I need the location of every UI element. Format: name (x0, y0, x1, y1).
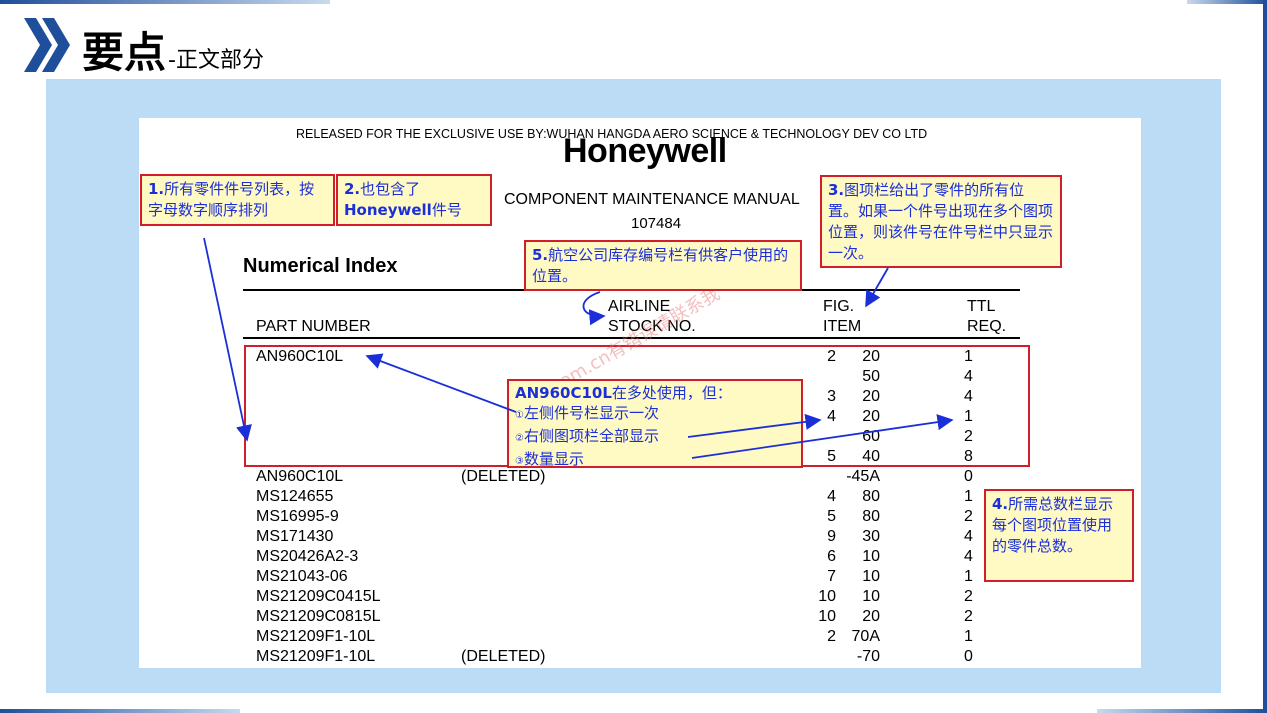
ttl-req-cell: 0 (964, 468, 973, 485)
item-cell: 10 (862, 568, 880, 585)
slide-header: 要点 -正文部分 (24, 14, 264, 74)
note-1: 1.所有零件件号列表，按字母数字顺序排列 (140, 174, 335, 226)
manual-number: 107484 (631, 215, 682, 232)
table-row: MS20426A2-3 6 10 4 (256, 547, 1026, 567)
item-cell: 10 (862, 548, 880, 565)
item-cell: 10 (862, 588, 880, 605)
note-2: 2.也包含了Honeywell件号 (336, 174, 492, 226)
table-row: MS16995-9 5 80 2 (256, 507, 1026, 527)
table-row: MS171430 9 30 4 (256, 527, 1026, 547)
item-cell: 70A (851, 628, 880, 645)
ttl-req-cell: 2 (964, 608, 973, 625)
part-number-cell: MS20426A2-3 (256, 548, 359, 565)
part-number-cell: MS21209F1-10L (256, 648, 376, 665)
table-row: MS124655 4 80 1 (256, 487, 1026, 507)
bottom-right-accent (1097, 709, 1267, 713)
part-number-cell: AN960C10L (256, 468, 344, 485)
col-part-number: PART NUMBER (256, 318, 371, 335)
right-accent-bar (1263, 0, 1267, 713)
ttl-req-cell: 0 (964, 648, 973, 665)
manual-title: COMPONENT MAINTENANCE MANUAL (504, 191, 800, 208)
col-ttl-req: TTL REQ. (967, 298, 1007, 335)
table-row: MS21209F1-10L 2 70A 1 (256, 627, 1026, 647)
part-number-cell: MS171430 (256, 528, 334, 545)
item-cell: -70 (856, 648, 880, 665)
stock-number-cell: (DELETED) (461, 648, 546, 665)
slide-title: 要点 (82, 28, 167, 77)
item-cell: 20 (862, 608, 880, 625)
top-left-accent (0, 0, 330, 4)
table-row: MS21209C0415L 10 10 2 (256, 587, 1026, 607)
slide-subtitle: -正文部分 (168, 47, 264, 73)
part-number-cell: MS21209C0415L (256, 588, 381, 605)
part-number-cell: MS124655 (256, 488, 334, 505)
honeywell-logo: Honeywell (563, 132, 727, 170)
note-3: 3.图项栏给出了零件的所有位置。如果一个件号出现在多个图项位置，则该件号在件号栏… (820, 175, 1062, 268)
item-cell: 30 (862, 528, 880, 545)
note-4: 4.所需总数栏显示每个图项位置使用的零件总数。 (984, 489, 1134, 582)
note-5: 5.航空公司库存编号栏有供客户使用的位置。 (524, 240, 802, 291)
part-number-cell: MS21043-06 (256, 568, 348, 585)
note-center: AN960C10L在多处使用，但： ①左侧件号栏显示一次 ②右侧图项栏全部显示 … (507, 379, 803, 468)
table-row: MS21209C0815L 10 20 2 (256, 607, 1026, 627)
bottom-left-accent (0, 709, 240, 713)
ttl-req-cell: 2 (964, 588, 973, 605)
part-number-cell: MS21209F1-10L (256, 628, 376, 645)
item-cell: 80 (862, 508, 880, 525)
table-row: MS21043-06 7 10 1 (256, 567, 1026, 587)
item-cell: 80 (862, 488, 880, 505)
double-chevron-icon (24, 18, 70, 72)
part-number-cell: MS21209C0815L (256, 608, 381, 625)
section-title: Numerical Index (243, 255, 398, 277)
part-number-cell: MS16995-9 (256, 508, 339, 525)
item-cell: -45A (846, 468, 880, 485)
col-fig-item: FIG. ITEM (823, 298, 862, 335)
ttl-req-cell: 1 (964, 628, 973, 645)
table-row: MS21209F1-10L (DELETED) -70 0 (256, 647, 1026, 667)
top-right-accent (1187, 0, 1267, 4)
